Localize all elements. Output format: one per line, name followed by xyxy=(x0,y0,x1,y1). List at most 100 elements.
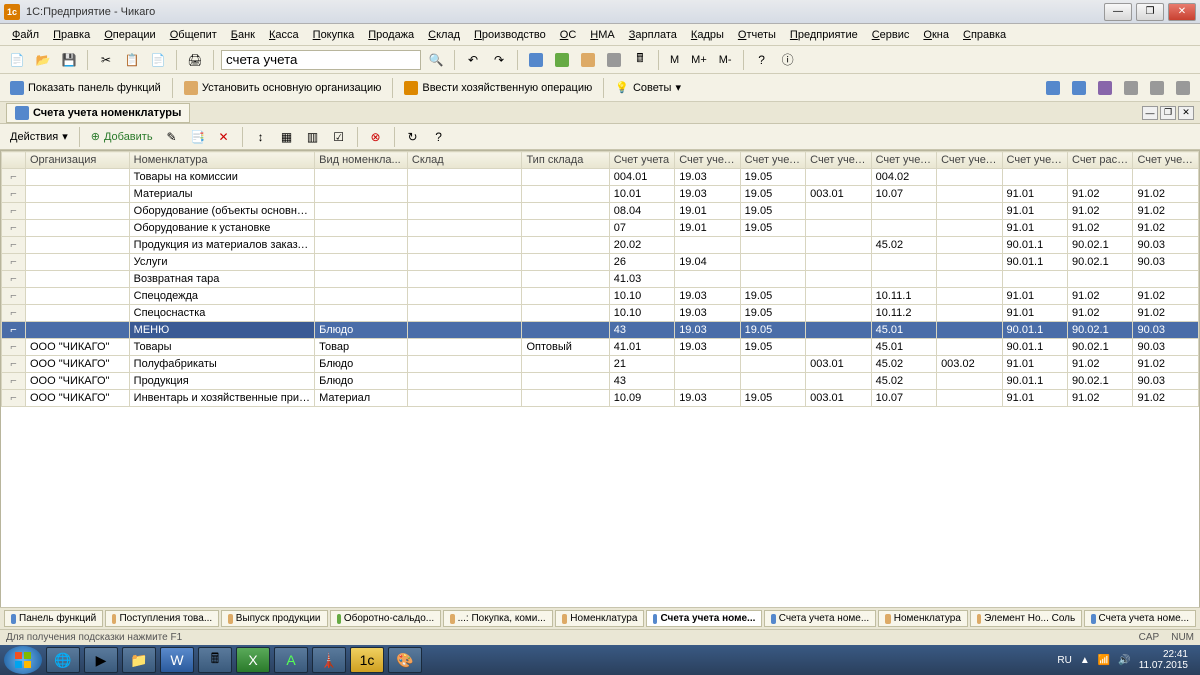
set-org-button[interactable]: Установить основную организацию xyxy=(180,77,386,99)
table-cell[interactable]: 91.01 xyxy=(1002,390,1067,407)
table-cell[interactable]: 91.01 xyxy=(1002,288,1067,305)
tool-icon[interactable] xyxy=(525,49,547,71)
table-cell[interactable]: 90.02.1 xyxy=(1068,254,1133,271)
table-cell[interactable]: Оборудование (объекты основных ... xyxy=(129,203,314,220)
table-cell[interactable] xyxy=(522,356,609,373)
table-cell[interactable]: 91.02 xyxy=(1068,305,1133,322)
paste-icon[interactable]: 📄 xyxy=(147,49,169,71)
table-cell[interactable] xyxy=(937,254,1002,271)
table-cell[interactable]: Спецоснастка xyxy=(129,305,314,322)
table-row[interactable]: ⌐ООО "ЧИКАГО"ПродукцияБлюдо4345.0290.01.… xyxy=(2,373,1199,390)
table-cell[interactable] xyxy=(740,254,805,271)
table-cell[interactable] xyxy=(937,271,1002,288)
table-cell[interactable]: 10.07 xyxy=(871,186,936,203)
table-cell[interactable] xyxy=(522,220,609,237)
table-cell[interactable] xyxy=(26,288,130,305)
table-cell[interactable]: 90.01.1 xyxy=(1002,322,1067,339)
table-cell[interactable]: 91.01 xyxy=(1002,356,1067,373)
table-cell[interactable] xyxy=(1002,271,1067,288)
table-cell[interactable]: 90.02.1 xyxy=(1068,373,1133,390)
table-cell[interactable] xyxy=(407,305,522,322)
table-cell[interactable]: 10.01 xyxy=(609,186,674,203)
table-cell[interactable] xyxy=(407,254,522,271)
table-cell[interactable]: 91.02 xyxy=(1133,356,1199,373)
table-cell[interactable]: ⌐ xyxy=(2,186,26,203)
menu-item[interactable]: Банк xyxy=(225,27,261,43)
table-cell[interactable] xyxy=(937,322,1002,339)
clear-filter-icon[interactable]: ⊗ xyxy=(365,126,387,148)
panel-icon[interactable] xyxy=(1172,77,1194,99)
table-cell[interactable] xyxy=(871,220,936,237)
table-row[interactable]: ⌐ООО "ЧИКАГО"ПолуфабрикатыБлюдо21003.014… xyxy=(2,356,1199,373)
table-cell[interactable]: ⌐ xyxy=(2,356,26,373)
tray-volume-icon[interactable]: 🔊 xyxy=(1118,655,1130,666)
table-cell[interactable]: Услуги xyxy=(129,254,314,271)
table-cell[interactable]: 19.03 xyxy=(675,339,740,356)
new-icon[interactable]: 📄 xyxy=(6,49,28,71)
table-cell[interactable]: 07 xyxy=(609,220,674,237)
tray-network-icon[interactable]: 📶 xyxy=(1098,655,1110,666)
menu-item[interactable]: Сервис xyxy=(866,27,916,43)
table-cell[interactable]: 90.02.1 xyxy=(1068,339,1133,356)
table-cell[interactable]: 43 xyxy=(609,322,674,339)
help-icon[interactable]: ? xyxy=(428,126,450,148)
table-cell[interactable]: ООО "ЧИКАГО" xyxy=(26,339,130,356)
bottom-tab[interactable]: Элемент Но... Соль xyxy=(970,610,1082,627)
menu-item[interactable]: ОС xyxy=(554,27,583,43)
table-cell[interactable]: ⌐ xyxy=(2,322,26,339)
table-row[interactable]: ⌐Спецодежда10.1019.0319.0510.11.191.0191… xyxy=(2,288,1199,305)
refresh-icon[interactable]: ↻ xyxy=(402,126,424,148)
table-cell[interactable]: Продукция xyxy=(129,373,314,390)
table-cell[interactable] xyxy=(806,254,871,271)
table-cell[interactable]: 19.03 xyxy=(675,305,740,322)
table-cell[interactable]: 91.02 xyxy=(1068,203,1133,220)
table-cell[interactable]: 90.03 xyxy=(1133,237,1199,254)
table-cell[interactable]: 90.01.1 xyxy=(1002,237,1067,254)
table-cell[interactable] xyxy=(806,305,871,322)
table-cell[interactable] xyxy=(740,271,805,288)
table-cell[interactable] xyxy=(937,373,1002,390)
table-cell[interactable]: 20.02 xyxy=(609,237,674,254)
table-cell[interactable]: 10.10 xyxy=(609,305,674,322)
table-cell[interactable] xyxy=(740,373,805,390)
help-icon[interactable]: ? xyxy=(751,49,773,71)
menu-item[interactable]: Зарплата xyxy=(623,27,683,43)
table-cell[interactable] xyxy=(407,373,522,390)
table-cell[interactable]: Товары xyxy=(129,339,314,356)
task-word[interactable]: W xyxy=(160,647,194,673)
table-cell[interactable]: 003.01 xyxy=(806,390,871,407)
column-header[interactable]: Счет учета... xyxy=(937,152,1002,169)
edit-icon[interactable]: ✎ xyxy=(161,126,183,148)
table-cell[interactable] xyxy=(522,288,609,305)
data-table[interactable]: ОрганизацияНоменклатураВид номенкла...Ск… xyxy=(1,151,1199,407)
table-cell[interactable]: 91.02 xyxy=(1133,220,1199,237)
table-cell[interactable] xyxy=(522,254,609,271)
bottom-tab[interactable]: ...: Покупка, коми... xyxy=(443,610,553,627)
column-header[interactable]: Счет учета... xyxy=(740,152,805,169)
table-cell[interactable]: 19.05 xyxy=(740,390,805,407)
table-cell[interactable]: 90.03 xyxy=(1133,373,1199,390)
task-excel[interactable]: X xyxy=(236,647,270,673)
table-cell[interactable]: Возвратная тара xyxy=(129,271,314,288)
table-cell[interactable] xyxy=(522,169,609,186)
menu-item[interactable]: Касса xyxy=(263,27,305,43)
tool-icon[interactable] xyxy=(577,49,599,71)
table-cell[interactable] xyxy=(1133,169,1199,186)
table-cell[interactable] xyxy=(26,203,130,220)
table-cell[interactable]: ⌐ xyxy=(2,288,26,305)
bottom-tab[interactable]: Поступления това... xyxy=(105,610,219,627)
table-cell[interactable] xyxy=(522,322,609,339)
copy-row-icon[interactable]: 📑 xyxy=(187,126,209,148)
tips-button[interactable]: 💡Советы ▾ xyxy=(611,77,685,99)
table-cell[interactable]: ⌐ xyxy=(2,305,26,322)
table-cell[interactable] xyxy=(937,288,1002,305)
start-button[interactable] xyxy=(4,646,42,674)
table-cell[interactable] xyxy=(315,288,408,305)
table-cell[interactable]: 19.03 xyxy=(675,288,740,305)
table-cell[interactable] xyxy=(315,254,408,271)
table-cell[interactable]: 10.07 xyxy=(871,390,936,407)
table-cell[interactable]: 19.03 xyxy=(675,186,740,203)
table-cell[interactable]: 90.03 xyxy=(1133,254,1199,271)
column-header[interactable]: Счет учета... xyxy=(1002,152,1067,169)
document-tab[interactable]: Счета учета номенклатуры xyxy=(6,103,190,123)
